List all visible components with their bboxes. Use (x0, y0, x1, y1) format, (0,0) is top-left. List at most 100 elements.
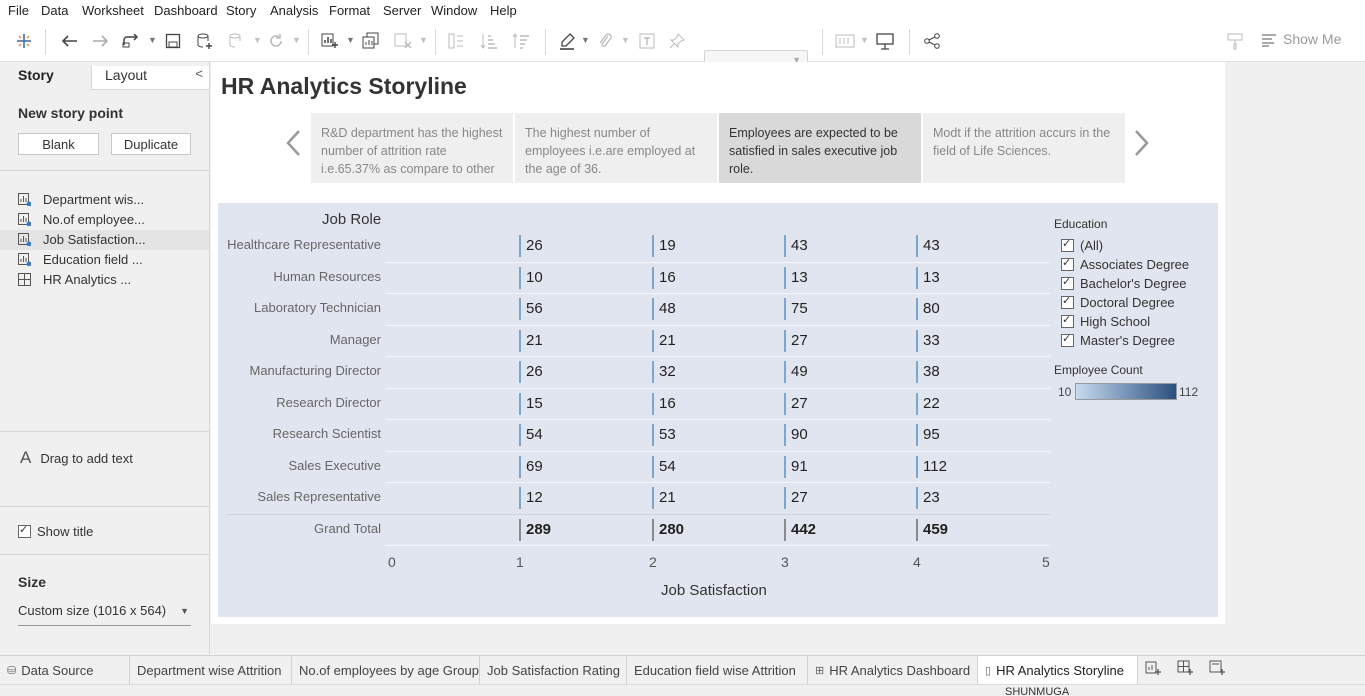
sort-ascending-icon[interactable] (478, 30, 500, 52)
menu-worksheet[interactable]: Worksheet (82, 3, 144, 18)
pause-updates-icon[interactable] (226, 30, 248, 52)
highlight-icon[interactable] (556, 30, 578, 52)
grand-total-cell[interactable]: 442 (784, 518, 816, 541)
sheet-item-department[interactable]: Department wis... (0, 190, 209, 210)
drag-text-object[interactable]: A Drag to add text (20, 448, 133, 468)
table-cell[interactable]: 27 (784, 329, 808, 352)
duplicate-sheet-icon[interactable] (360, 30, 382, 52)
table-cell[interactable]: 43 (916, 235, 940, 257)
legend-filter-item[interactable]: Doctoral Degree (1061, 294, 1175, 310)
undo-icon[interactable] (58, 30, 80, 52)
previous-story-point-icon[interactable] (284, 128, 302, 166)
blank-button[interactable]: Blank (18, 133, 99, 155)
table-cell[interactable]: 26 (519, 235, 543, 257)
table-cell[interactable]: 27 (784, 392, 808, 415)
pin-icon[interactable] (666, 30, 688, 52)
sort-descending-icon[interactable] (510, 30, 532, 52)
table-cell[interactable]: 22 (916, 392, 940, 415)
table-cell[interactable]: 112 (916, 455, 947, 478)
chevron-down-icon[interactable]: ▼ (860, 35, 869, 45)
menu-dashboard[interactable]: Dashboard (154, 3, 218, 18)
new-worksheet-icon[interactable] (319, 30, 341, 52)
cards-icon[interactable] (834, 30, 856, 52)
table-cell[interactable]: 21 (652, 487, 676, 509)
story-point-2[interactable]: The highest number of employees i.e.are … (515, 113, 717, 183)
chevron-down-icon[interactable]: ▼ (621, 35, 630, 45)
format-painter-icon[interactable] (1224, 30, 1246, 52)
table-cell[interactable]: 13 (916, 266, 940, 289)
tab-education-field-attrition[interactable]: Education field wise Attrition (627, 656, 808, 684)
table-cell[interactable]: 54 (519, 424, 543, 446)
table-cell[interactable]: 49 (784, 361, 808, 383)
collapse-pane-icon[interactable]: < (195, 66, 203, 81)
tab-layout[interactable]: Layout < (91, 66, 209, 90)
story-point-1[interactable]: R&D department has the highest number of… (311, 113, 513, 183)
table-cell[interactable]: 32 (652, 361, 676, 383)
redo-icon[interactable] (90, 30, 112, 52)
legend-filter-item[interactable]: Bachelor's Degree (1061, 275, 1187, 291)
sheet-item-education[interactable]: Education field ... (0, 250, 209, 270)
tab-hr-analytics-storyline[interactable]: ▯ HR Analytics Storyline (978, 656, 1138, 684)
menu-file[interactable]: File (8, 3, 29, 18)
menu-window[interactable]: Window (431, 3, 477, 18)
show-mark-labels-icon[interactable] (636, 30, 658, 52)
tab-department-wise-attrition[interactable]: Department wise Attrition (130, 656, 292, 684)
table-cell[interactable]: 56 (519, 298, 543, 320)
table-cell[interactable]: 12 (519, 487, 543, 509)
menu-story[interactable]: Story (226, 3, 256, 18)
grand-total-cell[interactable]: 459 (916, 518, 948, 541)
sheet-item-age-group[interactable]: No.of employee... (0, 210, 209, 230)
new-dashboard-tab-icon[interactable] (1177, 660, 1193, 680)
table-cell[interactable]: 90 (784, 424, 808, 446)
tab-story[interactable]: Story (0, 66, 91, 90)
clear-sheet-icon[interactable] (392, 30, 414, 52)
table-cell[interactable]: 38 (916, 361, 940, 383)
chevron-down-icon[interactable]: ▼ (346, 35, 355, 45)
chevron-down-icon[interactable]: ▼ (292, 35, 301, 45)
table-cell[interactable]: 75 (784, 298, 808, 320)
menu-analysis[interactable]: Analysis (270, 3, 318, 18)
table-cell[interactable]: 33 (916, 329, 940, 352)
legend-filter-item[interactable]: High School (1061, 313, 1150, 329)
next-story-point-icon[interactable] (1133, 128, 1151, 166)
chevron-down-icon[interactable]: ▼ (253, 35, 262, 45)
menu-help[interactable]: Help (490, 3, 517, 18)
swap-rows-columns-icon[interactable] (445, 30, 467, 52)
tableau-logo-icon[interactable] (13, 30, 35, 52)
new-datasource-icon[interactable] (194, 30, 216, 52)
menu-server[interactable]: Server (383, 3, 421, 18)
table-cell[interactable]: 27 (784, 487, 808, 509)
sheet-item-job-satisfaction[interactable]: Job Satisfaction... (0, 230, 209, 250)
save-icon[interactable] (162, 30, 184, 52)
table-cell[interactable]: 10 (519, 266, 543, 289)
table-cell[interactable]: 13 (784, 266, 808, 289)
table-cell[interactable]: 48 (652, 298, 676, 320)
story-point-3[interactable]: Employees are expected to be satisfied i… (719, 113, 921, 183)
table-cell[interactable]: 16 (652, 266, 676, 289)
legend-filter-item[interactable]: Master's Degree (1061, 332, 1175, 348)
grand-total-cell[interactable]: 280 (652, 518, 684, 541)
story-point-4[interactable]: Modt if the attrition accurs in the fiel… (923, 113, 1125, 183)
tab-data-source[interactable]: ⛁ Data Source (0, 656, 130, 684)
table-cell[interactable]: 21 (652, 329, 676, 352)
table-cell[interactable]: 53 (652, 424, 676, 446)
sheet-item-hr-dashboard[interactable]: HR Analytics ... (0, 270, 209, 290)
show-me-button[interactable]: Show Me (1283, 31, 1341, 47)
chevron-down-icon[interactable]: ▼ (581, 35, 590, 45)
refresh-icon[interactable] (265, 30, 287, 52)
new-story-tab-icon[interactable] (1209, 660, 1225, 680)
table-cell[interactable]: 26 (519, 361, 543, 383)
table-cell[interactable]: 69 (519, 455, 543, 478)
table-cell[interactable]: 95 (916, 424, 940, 446)
show-title-checkbox[interactable]: Show title (18, 523, 93, 539)
tab-employees-by-age[interactable]: No.of employees by age Group (292, 656, 480, 684)
legend-filter-item[interactable]: Associates Degree (1061, 256, 1189, 272)
redirect-icon[interactable] (120, 30, 142, 52)
menu-data[interactable]: Data (41, 3, 68, 18)
menu-format[interactable]: Format (329, 3, 370, 18)
table-cell[interactable]: 43 (784, 235, 808, 257)
table-cell[interactable]: 54 (652, 455, 676, 478)
chevron-down-icon[interactable]: ▼ (148, 35, 157, 45)
table-cell[interactable]: 21 (519, 329, 543, 352)
presentation-mode-icon[interactable] (874, 30, 896, 52)
